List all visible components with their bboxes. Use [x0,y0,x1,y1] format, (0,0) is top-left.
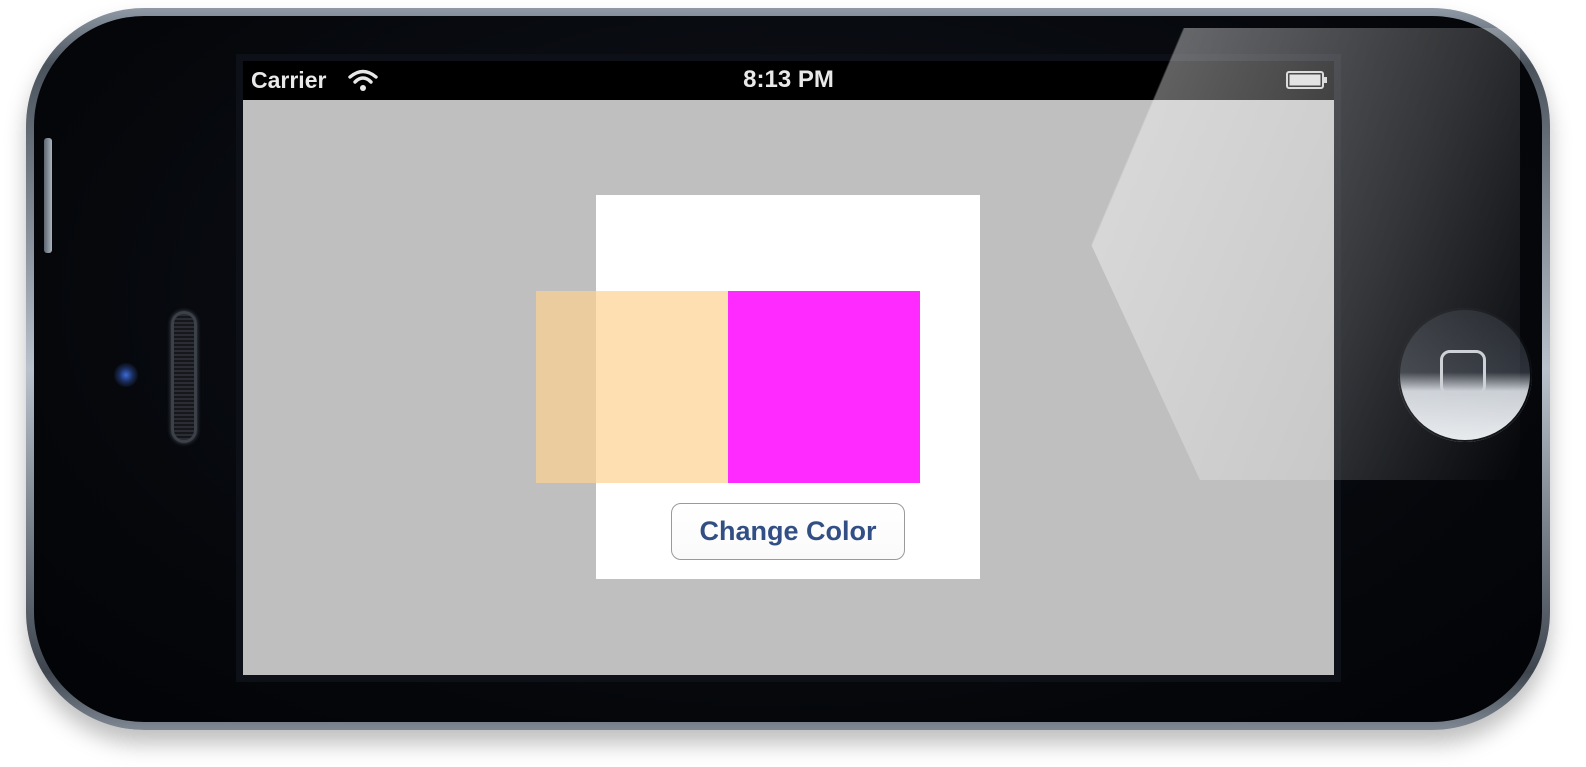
change-color-button[interactable]: Change Color [671,503,905,560]
battery-icon [1286,71,1327,89]
earpiece-speaker [171,311,197,443]
peach-color-square [536,291,728,483]
side-button[interactable] [44,138,52,253]
front-camera [114,363,138,387]
status-bar: Carrier 8:13 PM [243,61,1334,100]
home-square-icon [1440,350,1486,396]
home-button[interactable] [1398,308,1532,442]
magenta-color-square [728,291,920,483]
device-screen: Carrier 8:13 PM Change Color [243,61,1334,675]
status-time: 8:13 PM [743,66,834,93]
